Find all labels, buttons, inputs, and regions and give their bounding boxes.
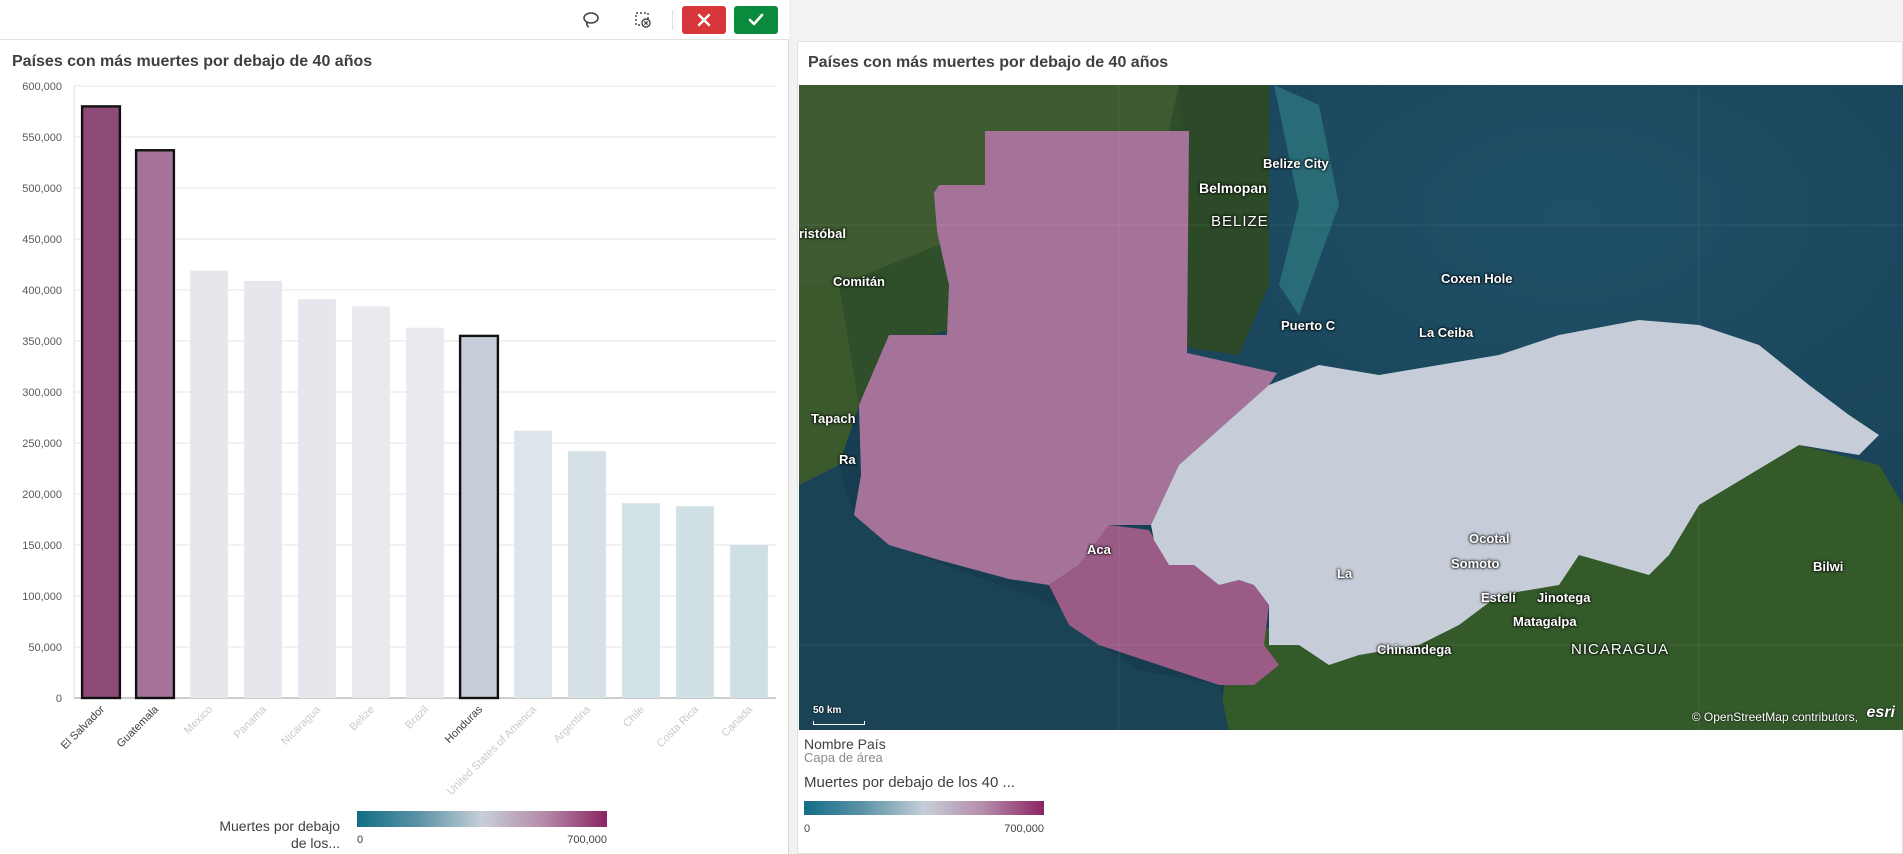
map-view[interactable]: Belize City Belmopan BELIZE ristóbal Com… [799, 85, 1903, 730]
y-tick-label: 200,000 [22, 489, 62, 501]
map-label-16: Matagalpa [1513, 614, 1577, 629]
bar[interactable] [298, 299, 336, 698]
map-label-3: ristóbal [799, 226, 846, 241]
y-tick-label: 300,000 [22, 387, 62, 399]
map-attribution: © OpenStreetMap contributors, [1691, 710, 1858, 724]
map-label-15: Jinotega [1537, 590, 1591, 605]
cancel-selection-button[interactable] [682, 6, 726, 34]
toolbar-divider [672, 10, 673, 30]
map-label-1: Belmopan [1199, 180, 1267, 196]
map-label-11: La [1337, 566, 1353, 581]
color-legend-label: Muertes por debajo de los... [219, 818, 340, 851]
map-label-8: Tapach [811, 411, 856, 426]
bar[interactable] [676, 506, 714, 698]
y-tick-label: 400,000 [22, 285, 62, 297]
y-tick-label: 250,000 [22, 438, 62, 450]
x-tick-label: Costa Rica [655, 703, 702, 750]
y-tick-label: 450,000 [22, 234, 62, 246]
bar[interactable] [730, 545, 768, 698]
bar[interactable] [458, 334, 500, 700]
bar[interactable] [80, 105, 122, 700]
bar[interactable] [514, 430, 552, 698]
selection-toolbar [0, 0, 789, 40]
confirm-selection-button[interactable] [734, 6, 778, 34]
map-label-7: La Ceiba [1419, 325, 1474, 340]
map-legend-max: 700,000 [1004, 823, 1044, 835]
lasso-icon [582, 11, 600, 29]
x-tick-label: Chile [621, 704, 647, 730]
map-label-9: Ra [839, 452, 856, 467]
bar[interactable] [622, 503, 660, 698]
map-label-19: NICARAGUA [1571, 641, 1670, 658]
map-title: Países con más muertes por debajo de 40 … [808, 54, 1169, 71]
bar-chart[interactable]: 0 50,000 100,000 150,000 200,000 250,000 300,0… [0, 80, 788, 800]
x-tick-label: Brazil [403, 704, 431, 732]
close-icon [697, 13, 711, 27]
x-tick-label: Canada [719, 703, 755, 739]
map-label-12: Ocotal [1469, 531, 1510, 546]
bar[interactable] [406, 327, 444, 698]
map-label-17: Bilwi [1813, 559, 1844, 574]
bar[interactable] [190, 270, 228, 698]
color-legend-max: 700,000 [567, 834, 607, 846]
map-label-2: BELIZE [1211, 213, 1269, 230]
check-icon [748, 13, 764, 27]
map-scale-label: 50 km [813, 705, 842, 716]
x-tick-label: United States of America [445, 703, 540, 798]
map-legend-min: 0 [804, 823, 811, 835]
map-panel: Países con más muertes por debajo de 40 … [797, 41, 1903, 854]
bar[interactable] [568, 451, 606, 698]
map-label-5: Coxen Hole [1441, 271, 1513, 286]
color-legend-min: 0 [357, 834, 364, 846]
y-tick-label: 50,000 [28, 642, 62, 654]
clear-selection-icon [634, 11, 652, 29]
x-tick-label: Honduras [443, 703, 486, 746]
y-tick-label: 550,000 [22, 132, 62, 144]
y-tick-label: 0 [56, 693, 62, 705]
y-tick-label: 350,000 [22, 336, 62, 348]
lasso-button[interactable] [573, 6, 609, 34]
bar-chart-title: Países con más muertes por debajo de 40 … [12, 53, 373, 70]
map-label-13: Somoto [1451, 556, 1500, 571]
map-label-18: Chinandega [1377, 642, 1452, 657]
y-tick-label: 100,000 [22, 591, 62, 603]
x-tick-label: Mexico [182, 704, 215, 737]
bar-chart-panel: Países con más muertes por debajo de 40 … [0, 0, 789, 854]
map-label-6: Puerto C [1281, 318, 1336, 333]
color-legend-gradient [357, 811, 607, 827]
map-scale-bar [813, 721, 865, 725]
clear-selection-button[interactable] [625, 6, 661, 34]
app-root: Países con más muertes por debajo de 40 … [0, 0, 1903, 854]
x-tick-label: Belize [347, 704, 377, 734]
y-tick-label: 600,000 [22, 81, 62, 93]
map-legend-measure: Muertes por debajo de los 40 ... [804, 774, 1015, 791]
map-legend-layer: Capa de área [804, 750, 883, 765]
bar[interactable] [134, 149, 176, 700]
x-tick-label: Guatemala [115, 703, 162, 750]
esri-logo: esri [1866, 704, 1895, 721]
map-label-4: Comitán [833, 274, 885, 289]
y-tick-label: 500,000 [22, 183, 62, 195]
bar[interactable] [244, 280, 282, 698]
map-label-0: Belize City [1263, 156, 1329, 171]
x-tick-label: Argentina [551, 703, 593, 745]
x-tick-label: Panama [232, 703, 270, 741]
bar[interactable] [352, 306, 390, 698]
map-legend-gradient [804, 801, 1044, 815]
map-label-14: Estelí [1481, 590, 1516, 605]
map-label-10: Aca [1087, 542, 1111, 557]
y-tick-label: 150,000 [22, 540, 62, 552]
x-tick-label: El Salvador [59, 703, 107, 751]
x-tick-label: Nicaragua [279, 703, 324, 748]
map-canvas[interactable] [799, 85, 1903, 730]
